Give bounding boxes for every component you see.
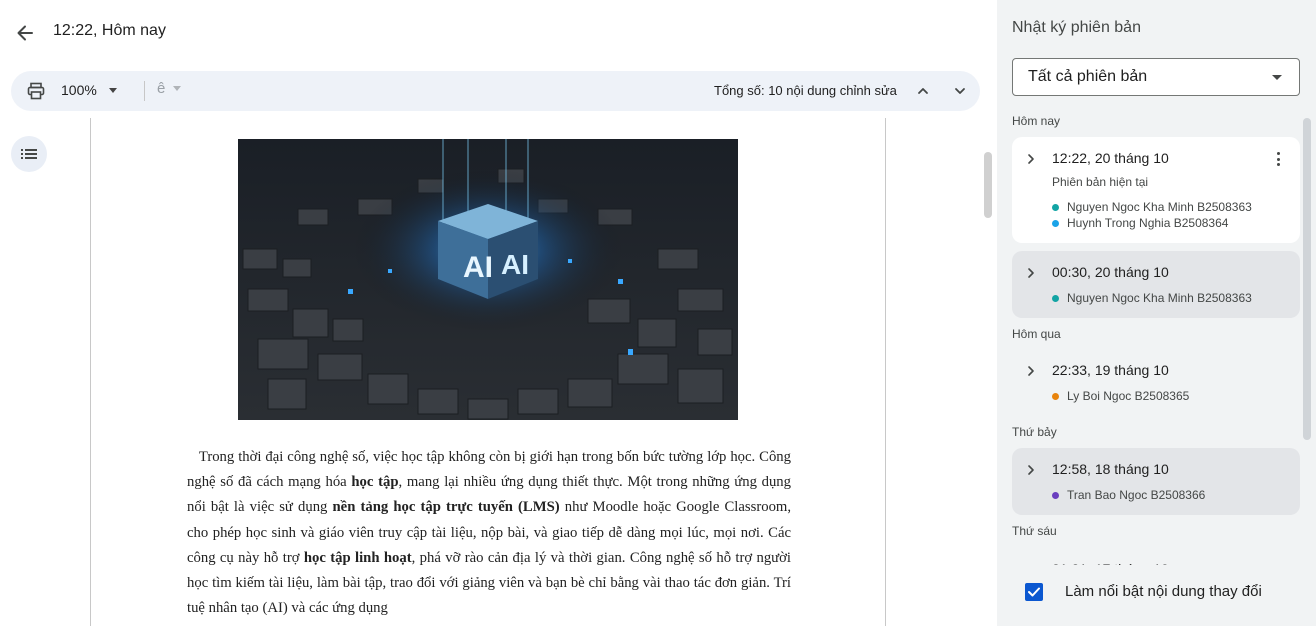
- header: 12:22, Hôm nay: [0, 0, 997, 66]
- document-area: AI AI Trong thời đại công nghệ số, việc …: [0, 118, 997, 626]
- caret-down-icon: [1272, 75, 1282, 80]
- caret-down-icon: [173, 86, 182, 91]
- editor-name: Ly Boi Ngoc B2508365: [1067, 389, 1190, 403]
- editor-color-dot: [1052, 294, 1059, 302]
- chevron-up-icon: [918, 88, 928, 94]
- current-version-label: Phiên bản hiện tại: [1052, 175, 1149, 189]
- bold-run: nền tảng học tập trực tuyến (LMS): [332, 499, 560, 516]
- document-paragraph[interactable]: Trong thời đại công nghệ số, việc học tậ…: [187, 445, 791, 621]
- document-page: AI AI Trong thời đại công nghệ số, việc …: [90, 118, 886, 626]
- expand-chevron-icon[interactable]: [1024, 463, 1038, 477]
- editor-name: Nguyen Ngoc Kha Minh B2508363: [1067, 291, 1252, 305]
- page-title: 12:22, Hôm nay: [53, 22, 166, 39]
- version-item[interactable]: 22:33, 19 tháng 10 Ly Boi Ngoc B2508365: [1012, 349, 1300, 416]
- chevron-down-icon: [955, 88, 965, 94]
- version-history-panel: Nhật ký phiên bản Tất cả phiên bản Hôm n…: [997, 0, 1316, 626]
- version-filter-select[interactable]: Tất cả phiên bản: [1012, 58, 1300, 96]
- ai-cube-illustration: AI AI: [238, 139, 738, 420]
- filter-value: Tất cả phiên bản: [1028, 68, 1148, 85]
- total-edits-label: Tổng số: 10 nội dung chỉnh sửa: [714, 83, 897, 98]
- editor-entry: Nguyen Ngoc Kha Minh B2508363: [1052, 291, 1252, 305]
- expand-chevron-icon[interactable]: [1024, 364, 1038, 378]
- version-time: 22:33, 19 tháng 10: [1052, 362, 1169, 378]
- editor-color-dot: [1052, 203, 1059, 211]
- zoom-select[interactable]: 100%: [61, 82, 117, 98]
- zoom-value: 100%: [61, 82, 97, 98]
- back-button[interactable]: [10, 18, 40, 48]
- toolbar: 100% ê Tổng số: 10 nội dung chỉnh sửa: [11, 71, 980, 111]
- special-char-label: ê: [157, 80, 166, 97]
- editor-name: Tran Bao Ngoc B2508366: [1067, 488, 1206, 502]
- expand-chevron-icon[interactable]: [1024, 266, 1038, 280]
- special-char-button[interactable]: ê: [157, 80, 182, 97]
- editor-name: Nguyen Ngoc Kha Minh B2508363: [1067, 200, 1252, 214]
- editor-entry: Huynh Trong Nghia B2508364: [1052, 216, 1228, 230]
- panel-title: Nhật ký phiên bản: [1012, 19, 1141, 36]
- editor-color-dot: [1052, 219, 1059, 227]
- group-label-friday: Thứ sáu: [1012, 524, 1057, 538]
- version-time: 12:58, 18 tháng 10: [1052, 461, 1169, 477]
- list-icon: [21, 149, 37, 159]
- highlight-changes-label[interactable]: Làm nổi bật nội dung thay đổi: [1065, 583, 1262, 600]
- editor-name: Huynh Trong Nghia B2508364: [1067, 216, 1229, 230]
- group-label-saturday: Thứ bảy: [1012, 425, 1057, 439]
- version-time: 00:30, 20 tháng 10: [1052, 264, 1169, 280]
- editor-color-dot: [1052, 491, 1059, 499]
- expand-chevron-icon[interactable]: [1024, 152, 1038, 166]
- arrow-back-icon: [17, 25, 33, 41]
- toolbar-divider: [144, 81, 145, 101]
- cube-label-right: AI: [501, 249, 529, 280]
- next-edit-button[interactable]: [950, 81, 970, 101]
- editor-color-dot: [1052, 392, 1059, 400]
- print-button[interactable]: [25, 81, 47, 101]
- bold-run: học tập linh hoạt: [303, 549, 412, 566]
- panel-footer: Làm nổi bật nội dung thay đổi: [997, 565, 1316, 626]
- version-item-current[interactable]: 12:22, 20 tháng 10 Phiên bản hiện tại Ng…: [1012, 137, 1300, 243]
- document-outline-button[interactable]: [11, 136, 47, 172]
- highlight-changes-checkbox[interactable]: [1025, 583, 1043, 601]
- bold-run: học tập: [351, 474, 399, 491]
- editor-entry: Ly Boi Ngoc B2508365: [1052, 389, 1189, 403]
- more-vert-icon[interactable]: [1270, 150, 1286, 168]
- group-label-yesterday: Hôm qua: [1012, 327, 1061, 341]
- print-icon: [27, 82, 45, 100]
- document-scrollbar[interactable]: [984, 152, 992, 218]
- version-time: 12:22, 20 tháng 10: [1052, 150, 1169, 166]
- group-label-today: Hôm nay: [1012, 114, 1061, 128]
- version-item[interactable]: 00:30, 20 tháng 10 Nguyen Ngoc Kha Minh …: [1012, 251, 1300, 318]
- version-item[interactable]: 12:58, 18 tháng 10 Tran Bao Ngoc B250836…: [1012, 448, 1300, 515]
- check-icon: [1028, 587, 1040, 597]
- editor-entry: Tran Bao Ngoc B2508366: [1052, 488, 1205, 502]
- caret-down-icon: [108, 87, 117, 93]
- cube-label-left: AI: [463, 251, 493, 284]
- ai-chip-image: AI AI: [238, 139, 738, 420]
- previous-edit-button[interactable]: [913, 81, 933, 101]
- panel-scrollbar[interactable]: [1303, 118, 1311, 440]
- editor-entry: Nguyen Ngoc Kha Minh B2508363: [1052, 200, 1252, 214]
